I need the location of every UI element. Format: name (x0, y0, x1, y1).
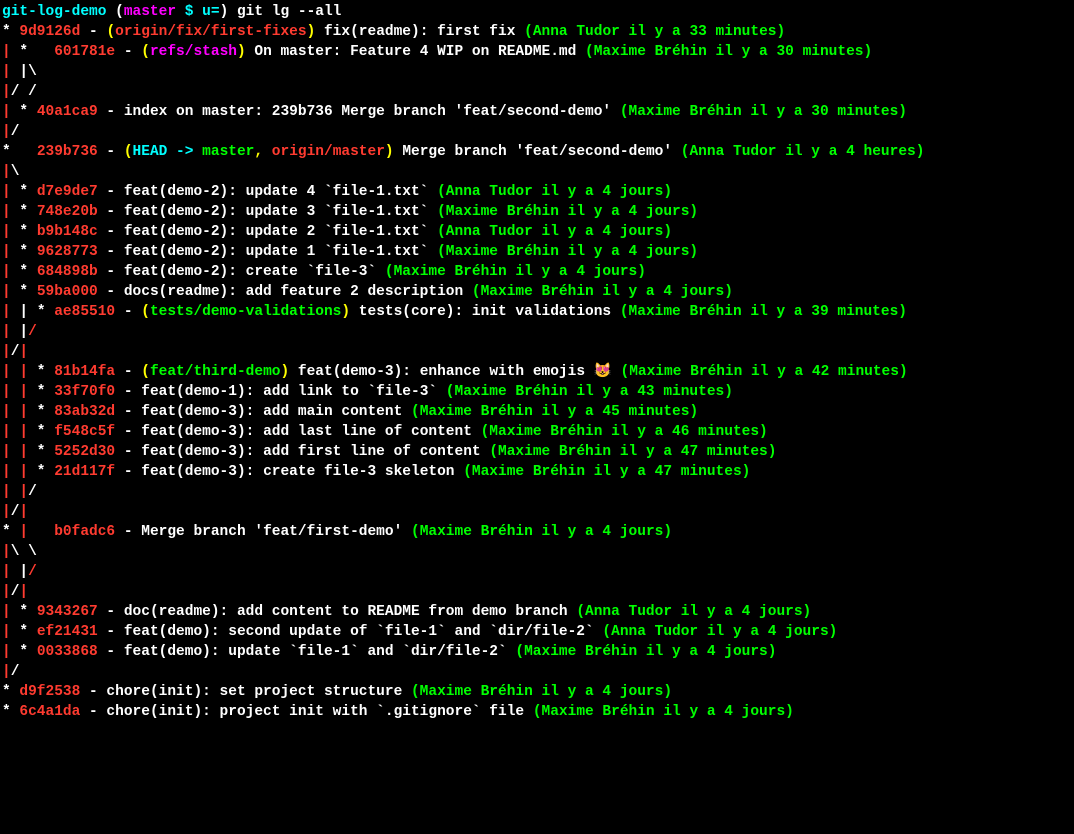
git-log-line: | * b9b148c - feat(demo-2): update 2 `fi… (2, 222, 1074, 242)
prompt-status: $ u= (176, 4, 220, 20)
git-log-line: | * 684898b - feat(demo-2): create `file… (2, 262, 1074, 282)
git-log-line: | | * 81b14fa - (feat/third-demo) feat(d… (2, 362, 1074, 382)
git-log-line: | | * 21d117f - feat(demo-3): create fil… (2, 462, 1074, 482)
git-log-line: | * 9628773 - feat(demo-2): update 1 `fi… (2, 242, 1074, 262)
git-log-line: | | * 33f70f0 - feat(demo-1): add link t… (2, 382, 1074, 402)
git-log-line: | | * ae85510 - (tests/demo-validations)… (2, 302, 1074, 322)
git-log-line: | * 0033868 - feat(demo): update `file-1… (2, 642, 1074, 662)
git-log-line: * 239b736 - (HEAD -> master, origin/mast… (2, 142, 1074, 162)
git-log-line: | | * f548c5f - feat(demo-3): add last l… (2, 422, 1074, 442)
git-log-line: | | * 5252d30 - feat(demo-3): add first … (2, 442, 1074, 462)
git-log-line: * d9f2538 - chore(init): set project str… (2, 682, 1074, 702)
git-log-line: | * 40a1ca9 - index on master: 239b736 M… (2, 102, 1074, 122)
git-log-line: | * 59ba000 - docs(readme): add feature … (2, 282, 1074, 302)
git-log-line: |\ \ (2, 542, 1074, 562)
git-log-line: | * 748e20b - feat(demo-2): update 3 `fi… (2, 202, 1074, 222)
git-log-line: | * 601781e - (refs/stash) On master: Fe… (2, 42, 1074, 62)
terminal-output[interactable]: git-log-demo (master $ u=) git lg --all*… (2, 2, 1074, 722)
git-log-line: |/| (2, 582, 1074, 602)
git-log-line: | * ef21431 - feat(demo): second update … (2, 622, 1074, 642)
git-log-line: |/ / (2, 82, 1074, 102)
git-log-line: |/ (2, 122, 1074, 142)
git-log-line: |/| (2, 502, 1074, 522)
git-log-line: |/| (2, 342, 1074, 362)
git-log-line: * 9d9126d - (origin/fix/first-fixes) fix… (2, 22, 1074, 42)
git-log-line: | | * 83ab32d - feat(demo-3): add main c… (2, 402, 1074, 422)
git-log-line: | * 9343267 - doc(readme): add content t… (2, 602, 1074, 622)
git-log-line: | |/ (2, 562, 1074, 582)
prompt-branch: master (124, 4, 176, 20)
shell-prompt-line: git-log-demo (master $ u=) git lg --all (2, 2, 1074, 22)
git-log-line: |\ (2, 162, 1074, 182)
git-log-line: | |/ (2, 482, 1074, 502)
git-log-line: |/ (2, 662, 1074, 682)
git-log-line: * 6c4a1da - chore(init): project init wi… (2, 702, 1074, 722)
typed-command[interactable]: git lg --all (237, 4, 341, 20)
prompt-folder: git-log-demo (2, 4, 106, 20)
git-log-line: | |/ (2, 322, 1074, 342)
git-log-line: | |\ (2, 62, 1074, 82)
git-log-line: * | b0fadc6 - Merge branch 'feat/first-d… (2, 522, 1074, 542)
git-log-line: | * d7e9de7 - feat(demo-2): update 4 `fi… (2, 182, 1074, 202)
